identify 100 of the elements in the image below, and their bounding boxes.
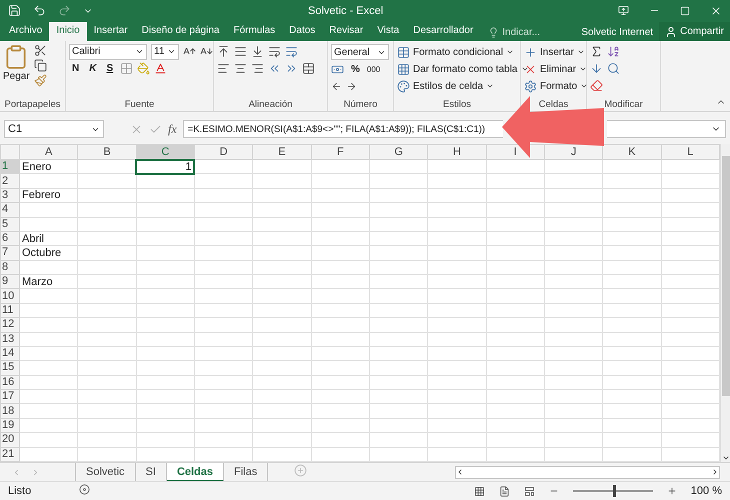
zoom-in-icon[interactable] bbox=[666, 486, 677, 496]
ribbon-tab[interactable]: Desarrollador bbox=[406, 22, 480, 41]
column-header[interactable]: L bbox=[661, 144, 720, 160]
cells-item[interactable]: Insertar bbox=[540, 46, 574, 58]
column-header[interactable]: D bbox=[194, 144, 253, 160]
currency-icon[interactable] bbox=[331, 63, 344, 76]
row-header[interactable]: 1 bbox=[0, 160, 20, 174]
scroll-left-icon[interactable] bbox=[456, 468, 464, 476]
column-header[interactable]: K bbox=[602, 144, 662, 160]
styles-item[interactable]: Formato condicional bbox=[413, 46, 504, 58]
row-header[interactable]: 6 bbox=[0, 231, 20, 246]
sum-icon[interactable] bbox=[590, 45, 603, 58]
cells-item[interactable]: Eliminar bbox=[540, 64, 576, 74]
ribbon-tab[interactable]: Revisar bbox=[322, 22, 370, 41]
align-top-icon[interactable] bbox=[217, 45, 230, 58]
caret-icon[interactable] bbox=[576, 48, 585, 56]
number-format-field[interactable]: General bbox=[331, 44, 389, 60]
ribbon-tab[interactable]: Insertar bbox=[86, 22, 135, 41]
insert-function-button[interactable]: fx bbox=[168, 122, 177, 136]
wrap-text-icon[interactable] bbox=[285, 45, 298, 58]
row-header[interactable]: 7 bbox=[0, 246, 20, 260]
row-header[interactable]: 9 bbox=[0, 274, 20, 289]
column-header[interactable]: F bbox=[311, 144, 370, 160]
row-header[interactable]: 4 bbox=[0, 202, 20, 217]
underline-button[interactable]: S bbox=[103, 63, 116, 74]
scroll-right-icon[interactable] bbox=[711, 468, 719, 476]
ribbon-tab[interactable]: Diseño de página bbox=[134, 22, 226, 41]
ribbon-tab[interactable]: Inicio bbox=[49, 22, 87, 41]
align-bottom-icon[interactable] bbox=[251, 45, 264, 58]
cell-styles-icon[interactable] bbox=[397, 80, 410, 92]
column-header[interactable]: E bbox=[252, 144, 312, 160]
maximize-icon[interactable] bbox=[680, 6, 690, 16]
scroll-down-icon[interactable] bbox=[722, 454, 730, 462]
name-box[interactable]: C1 bbox=[4, 120, 104, 138]
share-button[interactable]: Compartir bbox=[659, 22, 730, 41]
zoom-slider[interactable] bbox=[612, 485, 616, 497]
redo-icon[interactable] bbox=[58, 4, 71, 17]
row-header[interactable]: 15 bbox=[0, 360, 20, 376]
column-header[interactable]: A bbox=[20, 144, 78, 160]
find-icon[interactable] bbox=[607, 62, 620, 75]
caret-icon[interactable] bbox=[579, 65, 588, 73]
ribbon-tab[interactable]: Vista bbox=[370, 22, 406, 41]
italic-button[interactable]: K bbox=[86, 63, 100, 74]
caret-icon[interactable] bbox=[486, 82, 494, 90]
caret-icon[interactable] bbox=[167, 47, 176, 56]
column-header[interactable]: B bbox=[78, 144, 136, 160]
bold-button[interactable]: N bbox=[69, 63, 82, 74]
caret-icon[interactable] bbox=[580, 82, 588, 90]
caret-icon[interactable] bbox=[520, 65, 528, 73]
tell-me-field[interactable]: Indicar... bbox=[502, 27, 540, 38]
merge-icon[interactable] bbox=[302, 62, 315, 75]
scissors-icon[interactable] bbox=[34, 44, 47, 57]
row-header[interactable]: 14 bbox=[0, 346, 20, 361]
caret-icon[interactable] bbox=[135, 47, 144, 56]
cells-item[interactable]: Formato bbox=[540, 80, 578, 92]
styles-item[interactable]: Dar formato como tabla bbox=[413, 64, 518, 74]
scrollbar-thumb[interactable] bbox=[722, 156, 730, 396]
row-header[interactable]: 19 bbox=[0, 418, 20, 433]
row-header[interactable]: 16 bbox=[0, 375, 20, 390]
styles-item[interactable]: Estilos de celda bbox=[413, 80, 484, 92]
row-header[interactable]: 5 bbox=[0, 217, 20, 232]
undo-icon[interactable] bbox=[33, 4, 46, 17]
row-header[interactable]: 11 bbox=[0, 303, 20, 318]
align-center-icon[interactable] bbox=[234, 62, 247, 75]
insert-icon[interactable] bbox=[524, 46, 537, 58]
row-header[interactable]: 12 bbox=[0, 318, 20, 332]
borders-icon[interactable] bbox=[120, 62, 134, 75]
row-header[interactable]: 2 bbox=[0, 174, 20, 188]
font-size-field[interactable]: 11 bbox=[151, 44, 179, 60]
fill-color-icon[interactable] bbox=[137, 62, 150, 75]
sheet-tab[interactable]: Celdas bbox=[166, 462, 224, 482]
account-name[interactable]: Solvetic Internet bbox=[575, 27, 660, 41]
align-middle-icon[interactable] bbox=[234, 45, 247, 58]
zoom-level[interactable]: 100 % bbox=[690, 485, 722, 497]
column-header[interactable]: G bbox=[369, 144, 428, 160]
column-header[interactable]: C bbox=[136, 144, 194, 160]
column-header[interactable]: H bbox=[428, 144, 486, 160]
align-left-icon[interactable] bbox=[217, 62, 230, 75]
row-header[interactable]: 8 bbox=[0, 260, 20, 274]
page-break-icon[interactable] bbox=[524, 486, 535, 496]
row-header[interactable]: 10 bbox=[0, 288, 20, 304]
thousands-button[interactable]: 000 bbox=[366, 65, 380, 74]
table-format-icon[interactable] bbox=[397, 62, 410, 76]
row-header[interactable]: 21 bbox=[0, 447, 20, 462]
ribbon-tab[interactable]: Fórmulas bbox=[226, 22, 282, 41]
copy-icon[interactable] bbox=[34, 59, 47, 72]
save-icon[interactable] bbox=[8, 4, 21, 17]
macro-record-icon[interactable] bbox=[79, 484, 90, 495]
paste-button[interactable]: Pegar bbox=[3, 71, 30, 82]
normal-view-icon[interactable] bbox=[474, 486, 485, 496]
ribbon-tab[interactable]: Datos bbox=[282, 22, 322, 41]
column-header[interactable]: J bbox=[544, 144, 603, 160]
font-color-icon[interactable] bbox=[154, 62, 168, 75]
caret-icon[interactable] bbox=[506, 48, 514, 56]
percent-button[interactable]: % bbox=[348, 64, 363, 75]
row-header[interactable]: 13 bbox=[0, 332, 20, 346]
align-right-icon[interactable] bbox=[251, 62, 264, 75]
row-header[interactable]: 17 bbox=[0, 390, 20, 404]
row-header[interactable]: 20 bbox=[0, 432, 20, 447]
ribbon-display-icon[interactable] bbox=[618, 5, 629, 16]
